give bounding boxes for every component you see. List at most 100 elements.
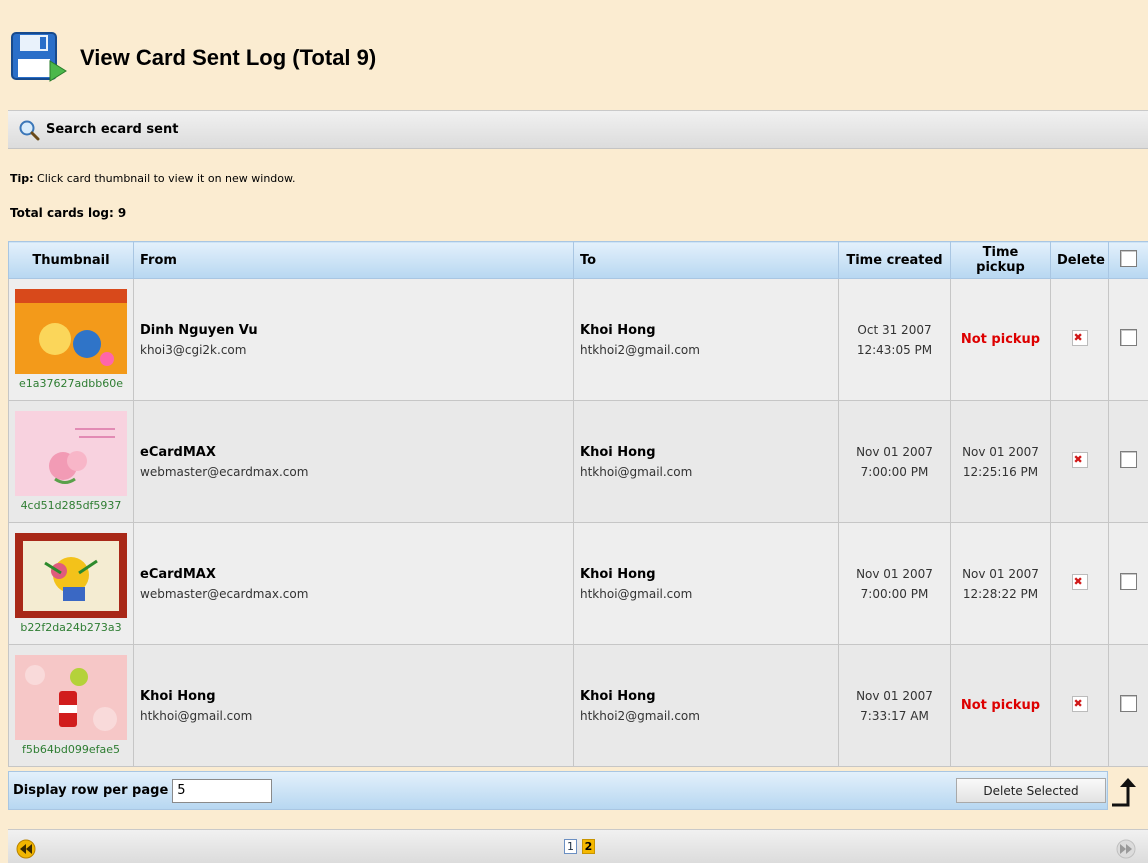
delete-icon[interactable] [1071, 573, 1088, 590]
to-name: Khoi Hong [580, 688, 656, 704]
total-cards-label: Total cards log: 9 [10, 206, 127, 220]
row-checkbox[interactable] [1120, 573, 1137, 590]
created-time: 7:00:00 PM [860, 586, 929, 601]
to-cell: Khoi Hong htkhoi2@gmail.com [573, 278, 839, 401]
page-title: View Card Sent Log (Total 9) [80, 45, 377, 70]
thumbnail-id[interactable]: e1a37627adbb60e [9, 377, 133, 390]
from-cell: Dinh Nguyen Vu khoi3@cgi2k.com [133, 278, 574, 401]
from-cell: eCardMAX webmaster@ecardmax.com [133, 522, 574, 645]
select-all-checkbox[interactable] [1120, 249, 1137, 267]
created-date: Oct 31 2007 [857, 322, 932, 337]
to-email: htkhoi@gmail.com [580, 586, 693, 601]
created-date: Nov 01 2007 [856, 444, 933, 459]
table-row: 4cd51d285df5937 eCardMAX webmaster@ecard… [8, 400, 1148, 523]
to-email: htkhoi2@gmail.com [580, 708, 700, 723]
column-header-thumbnail: Thumbnail [8, 241, 134, 279]
back-to-top-arrow-icon[interactable] [1110, 777, 1142, 807]
tip-prefix: Tip: [10, 172, 34, 185]
pickup-time: 12:25:16 PM [962, 464, 1039, 479]
rows-per-page-input[interactable] [172, 778, 273, 803]
card-log-table: Thumbnail From To Time created Time pick… [8, 241, 1148, 767]
to-name: Khoi Hong [580, 566, 656, 582]
from-name: Dinh Nguyen Vu [140, 322, 258, 338]
time-created-cell: Nov 01 2007 7:00:00 PM [838, 400, 951, 523]
to-name: Khoi Hong [580, 322, 656, 338]
floppy-disk-icon [11, 32, 67, 82]
delete-selected-button[interactable]: Delete Selected [956, 778, 1106, 803]
pickup-time: 12:28:22 PM [962, 586, 1039, 601]
tip-body: Click card thumbnail to view it on new w… [33, 172, 296, 185]
time-pickup-cell: Not pickup [950, 278, 1051, 401]
search-label: Search ecard sent [46, 122, 179, 137]
time-created-cell: Nov 01 2007 7:33:17 AM [838, 644, 951, 767]
time-created-cell: Nov 01 2007 7:00:00 PM [838, 522, 951, 645]
delete-icon[interactable] [1071, 329, 1088, 346]
delete-cell [1050, 278, 1109, 401]
rows-per-page-label: Display row per page [13, 783, 169, 798]
time-pickup-cell: Not pickup [950, 644, 1051, 767]
select-cell [1108, 644, 1148, 767]
to-email: htkhoi2@gmail.com [580, 342, 700, 357]
created-date: Nov 01 2007 [856, 566, 933, 581]
time-pickup-cell: Nov 01 2007 12:25:16 PM [950, 400, 1051, 523]
from-cell: Khoi Hong htkhoi@gmail.com [133, 644, 574, 767]
card-thumbnail[interactable] [15, 411, 127, 496]
from-email: webmaster@ecardmax.com [140, 586, 309, 601]
select-cell [1108, 400, 1148, 523]
thumbnail-id[interactable]: b22f2da24b273a3 [9, 621, 133, 634]
search-toggle[interactable]: Search ecard sent [8, 110, 1148, 149]
last-page-icon[interactable] [1116, 839, 1136, 859]
search-icon [19, 120, 40, 140]
delete-cell [1050, 522, 1109, 645]
first-page-icon[interactable] [16, 839, 36, 859]
column-header-time-pickup: Time pickup [950, 241, 1051, 279]
row-checkbox[interactable] [1120, 451, 1137, 468]
column-header-to: To [573, 241, 839, 279]
from-email: webmaster@ecardmax.com [140, 464, 309, 479]
from-cell: eCardMAX webmaster@ecardmax.com [133, 400, 574, 523]
select-cell [1108, 522, 1148, 645]
select-all-cell [1108, 241, 1148, 279]
delete-icon[interactable] [1071, 695, 1088, 712]
row-checkbox[interactable] [1120, 695, 1137, 712]
column-header-from: From [133, 241, 574, 279]
select-cell [1108, 278, 1148, 401]
thumbnail-id[interactable]: f5b64bd099efae5 [9, 743, 133, 756]
pickup-date: Nov 01 2007 [962, 444, 1039, 459]
thumbnail-cell: e1a37627adbb60e [8, 278, 134, 401]
card-thumbnail[interactable] [15, 655, 127, 740]
created-date: Nov 01 2007 [856, 688, 933, 703]
from-name: eCardMAX [140, 444, 216, 460]
thumbnail-cell: b22f2da24b273a3 [8, 522, 134, 645]
delete-icon[interactable] [1071, 451, 1088, 468]
table-header-row: Thumbnail From To Time created Time pick… [8, 241, 1148, 279]
from-name: eCardMAX [140, 566, 216, 582]
to-cell: Khoi Hong htkhoi@gmail.com [573, 400, 839, 523]
to-cell: Khoi Hong htkhoi2@gmail.com [573, 644, 839, 767]
row-checkbox[interactable] [1120, 329, 1137, 346]
to-email: htkhoi@gmail.com [580, 464, 693, 479]
pagination-bar: 1 2 [8, 829, 1148, 863]
time-pickup-cell: Nov 01 2007 12:28:22 PM [950, 522, 1051, 645]
page-1-link[interactable]: 1 [564, 839, 577, 854]
card-thumbnail[interactable] [15, 289, 127, 374]
table-row: e1a37627adbb60e Dinh Nguyen Vu khoi3@cgi… [8, 278, 1148, 401]
thumbnail-cell: f5b64bd099efae5 [8, 644, 134, 767]
column-header-delete: Delete [1050, 241, 1109, 279]
pickup-date: Nov 01 2007 [962, 566, 1039, 581]
from-name: Khoi Hong [140, 688, 216, 704]
column-header-time-created: Time created [838, 241, 951, 279]
tip-text: Tip: Click card thumbnail to view it on … [10, 172, 296, 185]
thumbnail-id[interactable]: 4cd51d285df5937 [9, 499, 133, 512]
delete-cell [1050, 644, 1109, 767]
table-footer: Display row per page Delete Selected [8, 771, 1108, 810]
card-thumbnail[interactable] [15, 533, 127, 618]
thumbnail-cell: 4cd51d285df5937 [8, 400, 134, 523]
from-email: htkhoi@gmail.com [140, 708, 253, 723]
created-time: 7:33:17 AM [860, 708, 929, 723]
created-time: 12:43:05 PM [856, 342, 933, 357]
to-name: Khoi Hong [580, 444, 656, 460]
table-row: f5b64bd099efae5 Khoi Hong htkhoi@gmail.c… [8, 644, 1148, 767]
page-2-current[interactable]: 2 [582, 839, 595, 854]
page-header: View Card Sent Log (Total 9) [10, 31, 376, 85]
